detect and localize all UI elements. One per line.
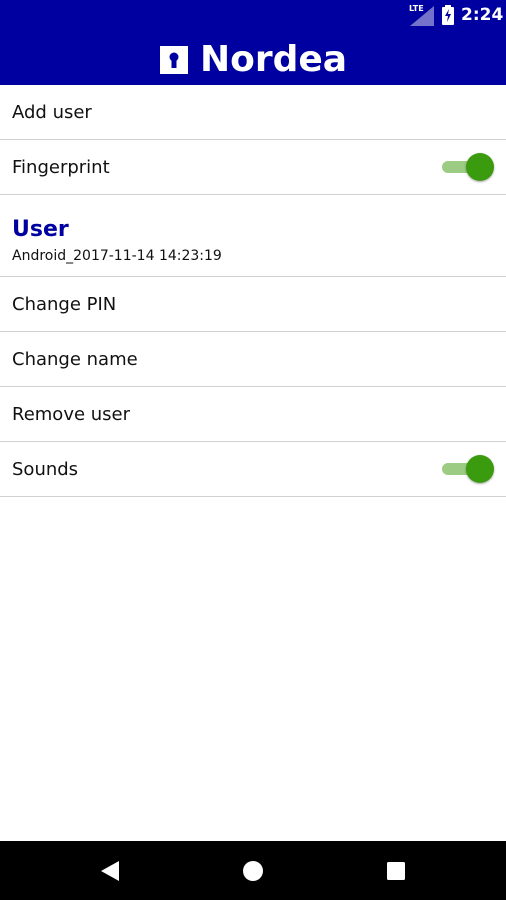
sounds-item[interactable]: Sounds: [0, 442, 506, 497]
brand-name: Nordea: [200, 39, 348, 80]
user-device-name: Android_2017-11-14 14:23:19: [12, 248, 222, 264]
remove-user-label: Remove user: [12, 404, 131, 425]
brand-logo: Nordea: [160, 39, 348, 80]
toggle-thumb: [466, 153, 494, 181]
fingerprint-label: Fingerprint: [12, 157, 110, 178]
status-time: 2:24: [461, 5, 504, 25]
add-user-item[interactable]: Add user: [0, 85, 506, 140]
navigation-bar: [0, 841, 506, 900]
keyhole-logo-icon: [160, 46, 188, 74]
change-pin-label: Change PIN: [12, 294, 117, 315]
remove-user-item[interactable]: Remove user: [0, 387, 506, 442]
change-name-item[interactable]: Change name: [0, 332, 506, 387]
app-header: Nordea: [0, 30, 506, 85]
sounds-label: Sounds: [12, 459, 79, 480]
change-name-label: Change name: [12, 349, 138, 370]
network-type-label: LTE: [409, 4, 424, 13]
toggle-thumb: [466, 455, 494, 483]
user-section-header: User Android_2017-11-14 14:23:19: [0, 195, 506, 277]
recents-button[interactable]: [366, 841, 426, 900]
sounds-toggle[interactable]: [440, 455, 494, 483]
back-button[interactable]: [80, 841, 140, 900]
change-pin-item[interactable]: Change PIN: [0, 277, 506, 332]
fingerprint-toggle[interactable]: [440, 153, 494, 181]
battery-charging-icon: [442, 5, 454, 25]
settings-list: Add user Fingerprint User Android_2017-1…: [0, 85, 506, 497]
home-circle-icon: [243, 860, 263, 881]
fingerprint-item[interactable]: Fingerprint: [0, 140, 506, 195]
add-user-label: Add user: [12, 102, 92, 123]
user-section-title: User: [12, 217, 69, 242]
status-bar: LTE 2:24: [0, 0, 506, 30]
home-button[interactable]: [223, 841, 283, 900]
recents-square-icon: [387, 861, 405, 880]
back-triangle-icon: [101, 860, 119, 881]
